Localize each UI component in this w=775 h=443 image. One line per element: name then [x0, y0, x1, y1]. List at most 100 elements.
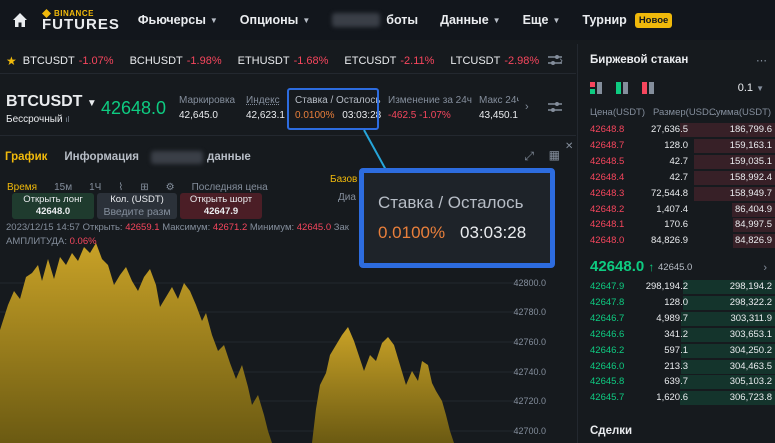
binance-futures-logo[interactable]: BINANCE FUTURES — [42, 8, 120, 32]
bid-price: 42646.0 — [590, 360, 625, 372]
bid-size: 4,989.7 — [656, 312, 688, 324]
ask-row[interactable]: 42648.0 84,826.9 84,826.9 — [578, 233, 775, 249]
view-basic[interactable]: Базов — [330, 174, 357, 185]
bid-row[interactable]: 42645.8 639.7 305,103.2 — [578, 374, 775, 390]
bid-size: 1,620.6 — [656, 392, 688, 404]
bid-price: 42647.8 — [590, 296, 625, 308]
blurred-text — [332, 13, 381, 27]
expand-icon[interactable]: ⤢ — [524, 149, 534, 164]
ask-row[interactable]: 42648.2 1,407.4 86,404.9 — [578, 202, 775, 218]
nav-data[interactable]: Данные ▼ — [440, 13, 501, 27]
ask-price: 42648.0 — [590, 235, 625, 247]
ticker-item[interactable]: BCHUSDT -1.98% — [130, 55, 222, 67]
ticker-item[interactable]: BTCUSDT -1.07% — [23, 55, 114, 67]
bid-price: 42646.7 — [590, 312, 625, 324]
trades-title[interactable]: Сделки — [590, 425, 632, 437]
bid-row[interactable]: 42646.6 341.2 303,653.1 — [578, 327, 775, 343]
close-icon[interactable]: ✕ — [565, 141, 573, 152]
bid-row[interactable]: 42646.2 597.1 304,250.2 — [578, 343, 775, 359]
bid-row[interactable]: 42646.0 213.3 304,463.5 — [578, 359, 775, 375]
bid-row[interactable]: 42646.7 4,989.7 303,311.9 — [578, 311, 775, 327]
nav-options[interactable]: Опционы ▼ — [240, 13, 310, 27]
chevron-down-icon: ▼ — [552, 15, 561, 25]
ticker-item[interactable]: ETHUSDT -1.68% — [238, 55, 329, 67]
bid-sum: 306,723.8 — [729, 392, 772, 404]
y-axis-label: 42700.0 — [513, 426, 546, 436]
last-price: 42648.0 — [101, 98, 167, 118]
open-short-button[interactable]: Открыть шорт 42647.9 — [180, 193, 262, 219]
ask-price: 42648.4 — [590, 171, 625, 183]
bid-sum: 298,322.2 — [729, 296, 772, 308]
ask-sum: 186,799.6 — [729, 124, 772, 135]
price-type-select[interactable]: Последняя цена — [192, 182, 268, 193]
top-navigation: BINANCE FUTURES Фьючерсы ▼ Опционы ▼ боты … — [0, 0, 775, 40]
ask-row[interactable]: 42648.8 27,636.5 186,799.6 — [578, 122, 775, 138]
ticker-strip: ★ BTCUSDT -1.07% BCHUSDT -1.98% ETHUSDT -1.… — [0, 48, 576, 74]
funding-callout: Ставка / Осталось 0.0100% 03:03:28 — [359, 168, 555, 268]
chevron-right-icon[interactable]: › — [525, 101, 529, 113]
chevron-down-icon: ▼ — [492, 15, 501, 25]
ask-row[interactable]: 42648.3 72,544.8 158,949.7 — [578, 186, 775, 202]
ask-sum: 86,404.9 — [735, 203, 772, 215]
quantity-input[interactable]: Кол. (USDT) Введите разм — [97, 193, 177, 219]
mark-price-sub: 42645.0 — [658, 262, 693, 273]
tab-data[interactable]: данные — [207, 151, 251, 163]
symbol-selector[interactable]: BTCUSDT ▼ — [6, 93, 97, 111]
bid-sum: 298,194.2 — [729, 281, 772, 292]
star-icon[interactable]: ★ — [6, 54, 17, 68]
ticker-item[interactable]: LTCUSDT -2.98% — [450, 55, 539, 67]
nav-bots[interactable]: боты — [332, 13, 418, 27]
ask-row[interactable]: 42648.7 128.0 159,163.1 — [578, 138, 775, 154]
view-both-icon[interactable] — [590, 81, 602, 97]
ask-row[interactable]: 42648.1 170.6 84,997.5 — [578, 217, 775, 233]
nav-futures[interactable]: Фьючерсы ▼ — [138, 13, 218, 27]
ask-sum: 158,992.4 — [729, 171, 772, 183]
indicator-icon[interactable]: ⊞ — [140, 182, 148, 193]
callout-countdown: 03:03:28 — [460, 223, 527, 242]
open-long-button[interactable]: Открыть лонг 42648.0 — [12, 193, 94, 219]
index-price-stat[interactable]: Индекс 42,623.1 — [246, 95, 285, 121]
bid-row[interactable]: 42645.7 1,620.6 306,723.8 — [578, 390, 775, 406]
precision-select[interactable]: 0.1 ▼ — [738, 82, 764, 94]
ask-price: 42648.5 — [590, 155, 625, 167]
tab-info[interactable]: Информация — [64, 151, 139, 163]
change-24h-stat: Изменение за 24ч -462.5 -1.07% — [388, 95, 472, 121]
callout-title: Ставка / Осталось — [378, 193, 524, 212]
interval-15m[interactable]: 15м — [54, 182, 72, 193]
candles-icon[interactable]: ⌇ — [118, 182, 123, 193]
ask-sum: 159,035.1 — [729, 155, 772, 167]
interval-1h[interactable]: 1Ч — [89, 182, 101, 193]
ask-sum: 158,949.7 — [729, 187, 772, 199]
ask-row[interactable]: 42648.5 42.7 159,035.1 — [578, 154, 775, 170]
settings-icon[interactable]: ⚙ — [166, 182, 175, 193]
view-asks-icon[interactable] — [642, 81, 654, 97]
bid-price: 42646.2 — [590, 344, 625, 356]
view-bids-icon[interactable] — [616, 81, 628, 97]
chevron-right-icon[interactable]: › — [763, 262, 767, 274]
orderbook-controls: 0.1 ▼ — [590, 81, 770, 97]
bid-size: 341.2 — [664, 328, 688, 340]
nav-tournament[interactable]: Турнир Новое — [582, 12, 673, 28]
y-axis-label: 42780.0 — [513, 307, 546, 317]
interval-time[interactable]: Время — [7, 182, 37, 193]
ask-price: 42648.1 — [590, 219, 625, 231]
bid-row[interactable]: 42647.8 128.0 298,322.2 — [578, 295, 775, 311]
ticker-item[interactable]: ETCUSDT -2.11% — [344, 55, 434, 67]
nav-more[interactable]: Еще ▼ — [523, 13, 561, 27]
home-icon[interactable] — [0, 0, 40, 40]
max-24h-stat: Макс 24ч 43,450.1 — [479, 95, 519, 121]
ask-row[interactable]: 42648.4 42.7 158,992.4 — [578, 170, 775, 186]
bid-size: 639.7 — [664, 376, 688, 388]
grid-layout-icon[interactable]: ▦ — [549, 148, 560, 162]
sliders-icon[interactable] — [548, 54, 562, 69]
ask-price: 42648.3 — [590, 187, 625, 199]
ask-sum: 159,163.1 — [729, 139, 772, 151]
sliders-icon[interactable] — [548, 101, 562, 116]
ask-size: 42.7 — [669, 155, 689, 167]
chart-tabs: График Информация данные ⤢ ▦ — [0, 145, 576, 169]
tab-chart[interactable]: График — [5, 151, 47, 163]
bid-row[interactable]: 42647.9 298,194.2 298,194.2 — [578, 279, 775, 295]
ask-size: 84,826.9 — [651, 235, 688, 247]
more-icon[interactable]: ⋯ — [756, 54, 767, 67]
new-badge: Новое — [634, 12, 673, 28]
